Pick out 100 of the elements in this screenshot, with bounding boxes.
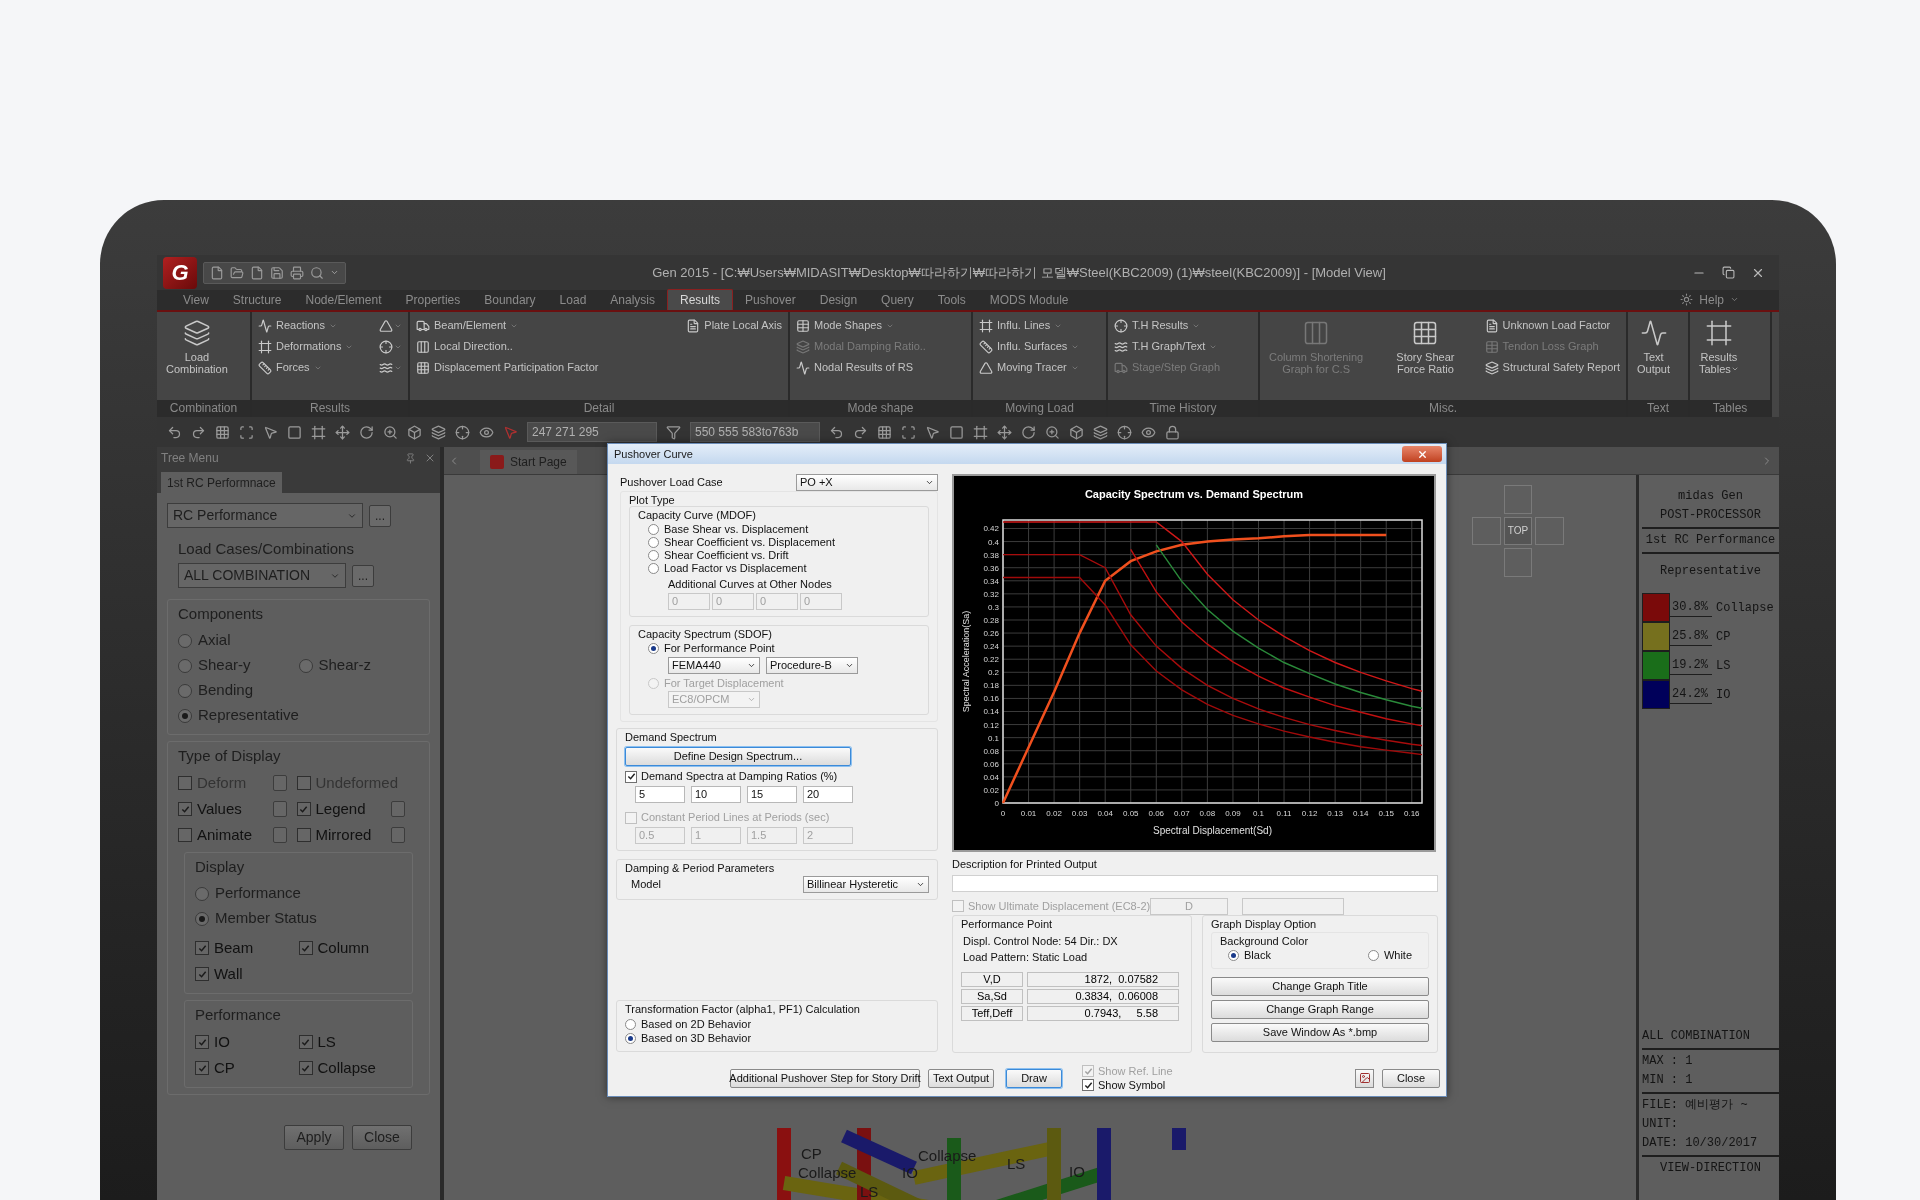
ribbon-button[interactable]: Nodal Results of RS (796, 357, 926, 378)
model-dropdown[interactable]: Billinear Hysteretic (803, 875, 929, 893)
checkbox[interactable] (1082, 1079, 1094, 1091)
new-file-icon[interactable] (210, 265, 224, 280)
define-spectrum-button[interactable]: Define Design Spectrum... (625, 746, 851, 766)
menu-tab[interactable]: Results (667, 289, 733, 310)
checkbox[interactable] (296, 828, 311, 842)
move-icon[interactable] (335, 424, 350, 440)
checkbox[interactable] (625, 770, 637, 783)
dialog-button[interactable]: Close (1382, 1068, 1440, 1088)
rotate-icon[interactable] (1021, 424, 1036, 440)
element-selection-field[interactable]: 550 555 583to763b (690, 422, 820, 442)
close-icon[interactable] (424, 452, 436, 464)
options-button[interactable] (391, 801, 405, 817)
input-field[interactable]: 20 (803, 785, 853, 803)
options-button[interactable] (391, 827, 405, 843)
menu-tab[interactable]: Load (547, 289, 599, 310)
pointer-icon[interactable] (263, 424, 278, 440)
square-icon[interactable] (949, 424, 964, 440)
ribbon-button[interactable]: Load Combination (163, 315, 231, 375)
description-field[interactable] (952, 874, 1438, 892)
radio-button[interactable] (1367, 949, 1379, 961)
pin-icon[interactable] (405, 452, 416, 464)
input-field[interactable]: 5 (635, 785, 685, 803)
method-dropdown[interactable]: FEMA440 (668, 656, 760, 674)
app-logo[interactable]: G (163, 256, 197, 289)
ribbon-button[interactable]: Moving Tracer (979, 357, 1080, 378)
dialog-button[interactable]: Change Graph Range (1211, 999, 1429, 1019)
ribbon-button[interactable]: Text Output (1634, 315, 1674, 375)
radio-button[interactable] (298, 658, 313, 673)
more-button[interactable]: ... (352, 564, 374, 587)
ribbon-button[interactable]: T.H Graph/Text (1114, 336, 1221, 357)
menu-tab[interactable]: Tools (925, 289, 978, 310)
ribbon-button[interactable]: Beam/Element (416, 315, 599, 336)
node-selection-field[interactable]: 247 271 295 (527, 422, 657, 442)
radio-button[interactable] (648, 524, 659, 535)
dialog-button[interactable]: Change Graph Title (1211, 976, 1429, 996)
folder-icon[interactable] (230, 265, 244, 280)
menu-tab[interactable]: View (171, 289, 221, 310)
scan-icon[interactable] (239, 424, 254, 440)
checkbox[interactable] (298, 1035, 313, 1049)
ribbon-button[interactable]: Influ. Surfaces (979, 336, 1080, 357)
help-link[interactable]: Help (1699, 290, 1724, 309)
redo-icon[interactable] (191, 424, 206, 440)
move-icon[interactable] (997, 424, 1012, 440)
radio-button[interactable] (178, 683, 192, 698)
crosshair-icon[interactable] (1117, 424, 1132, 440)
checkbox[interactable] (296, 802, 311, 816)
ribbon-button[interactable]: Story Shear Force Ratio (1393, 315, 1458, 375)
select-pointer-icon[interactable] (503, 424, 518, 440)
checkbox[interactable] (298, 941, 313, 955)
pointer-icon[interactable] (925, 424, 940, 440)
more-button[interactable]: ... (369, 504, 391, 527)
dialog-button[interactable]: Draw (1006, 1068, 1062, 1088)
empty-field[interactable] (1242, 897, 1344, 915)
input-field[interactable]: 10 (691, 785, 741, 803)
checkbox[interactable] (195, 1035, 209, 1049)
eye-icon[interactable] (479, 424, 494, 440)
ribbon-button[interactable]: Displacement Participation Factor (416, 357, 599, 378)
procedure-dropdown[interactable]: Procedure-B (766, 656, 858, 674)
lock-icon[interactable] (1165, 424, 1180, 440)
radio-button[interactable] (1228, 949, 1239, 961)
panel-button[interactable]: Apply (284, 1125, 344, 1150)
checkbox[interactable] (178, 802, 192, 816)
menu-tab[interactable]: Boundary (472, 289, 548, 310)
eye-icon[interactable] (1141, 424, 1156, 440)
radio-button[interactable] (648, 537, 659, 548)
undo-icon[interactable] (167, 424, 182, 440)
input-field[interactable]: 15 (747, 785, 797, 803)
view-cube-top-face[interactable]: TOP (1503, 516, 1533, 546)
radio-button[interactable] (625, 1019, 636, 1030)
menu-tab[interactable]: Node/Element (293, 289, 394, 310)
menu-tab[interactable]: Design (807, 289, 870, 310)
zoom-in-icon[interactable] (1045, 424, 1060, 440)
print-icon[interactable] (290, 265, 304, 280)
radio-button[interactable] (195, 911, 209, 926)
menu-tab[interactable]: Analysis (598, 289, 667, 310)
menu-tab[interactable]: Structure (220, 289, 294, 310)
checkbox[interactable] (195, 1061, 209, 1075)
options-button[interactable] (272, 827, 287, 843)
menu-tab[interactable]: Properties (393, 289, 473, 310)
options-button[interactable] (272, 801, 287, 817)
radio-button[interactable] (195, 886, 209, 901)
grid-icon[interactable] (215, 424, 230, 440)
dialog-button[interactable]: Text Output (928, 1068, 994, 1088)
radio-button[interactable] (648, 550, 659, 561)
box-icon[interactable] (407, 424, 422, 440)
result-type-dropdown[interactable]: RC Performance (167, 503, 363, 528)
preview-icon[interactable] (310, 265, 324, 280)
rotate-icon[interactable] (359, 424, 374, 440)
ribbon-button[interactable]: T.H Results (1114, 315, 1221, 336)
box-icon[interactable] (1069, 424, 1084, 440)
ribbon-button[interactable]: Mode Shapes (796, 315, 926, 336)
square-icon[interactable] (287, 424, 302, 440)
ribbon-button[interactable]: Reactions (258, 315, 354, 336)
save-icon[interactable] (270, 265, 284, 280)
ribbon-button[interactable]: Structural Safety Report (1484, 357, 1620, 378)
radio-button[interactable] (178, 708, 192, 723)
load-case-dropdown[interactable]: ALL COMBINATION (178, 563, 346, 588)
restore-icon[interactable] (1722, 266, 1735, 279)
